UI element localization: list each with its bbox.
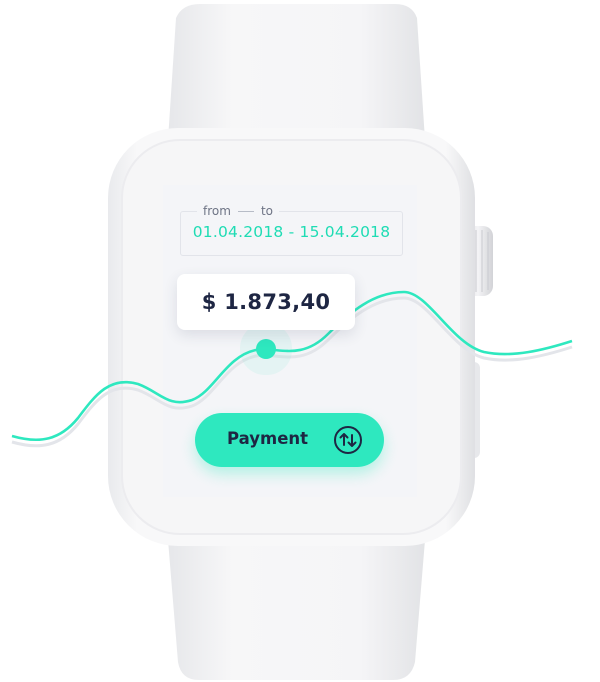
legend-dash [237,210,254,212]
watch-band-top [168,4,425,140]
wave-selected-point[interactable] [256,339,276,359]
to-label: to [260,204,273,218]
watch-mockup-stage: from to 01.04.2018 - 15.04.2018 $ 1.873,… [0,0,600,682]
from-label: from [203,204,231,218]
payment-button[interactable]: Payment [195,413,384,467]
date-range-legend: from to [197,201,279,221]
balance-amount: $ 1.873,40 [201,290,331,314]
payment-button-label: Payment [227,429,309,448]
swap-vertical-arrows-icon [334,426,362,454]
watch-band-bottom [168,540,425,680]
date-range-value[interactable]: 01.04.2018 - 15.04.2018 [180,223,403,241]
balance-card: $ 1.873,40 [177,274,355,330]
